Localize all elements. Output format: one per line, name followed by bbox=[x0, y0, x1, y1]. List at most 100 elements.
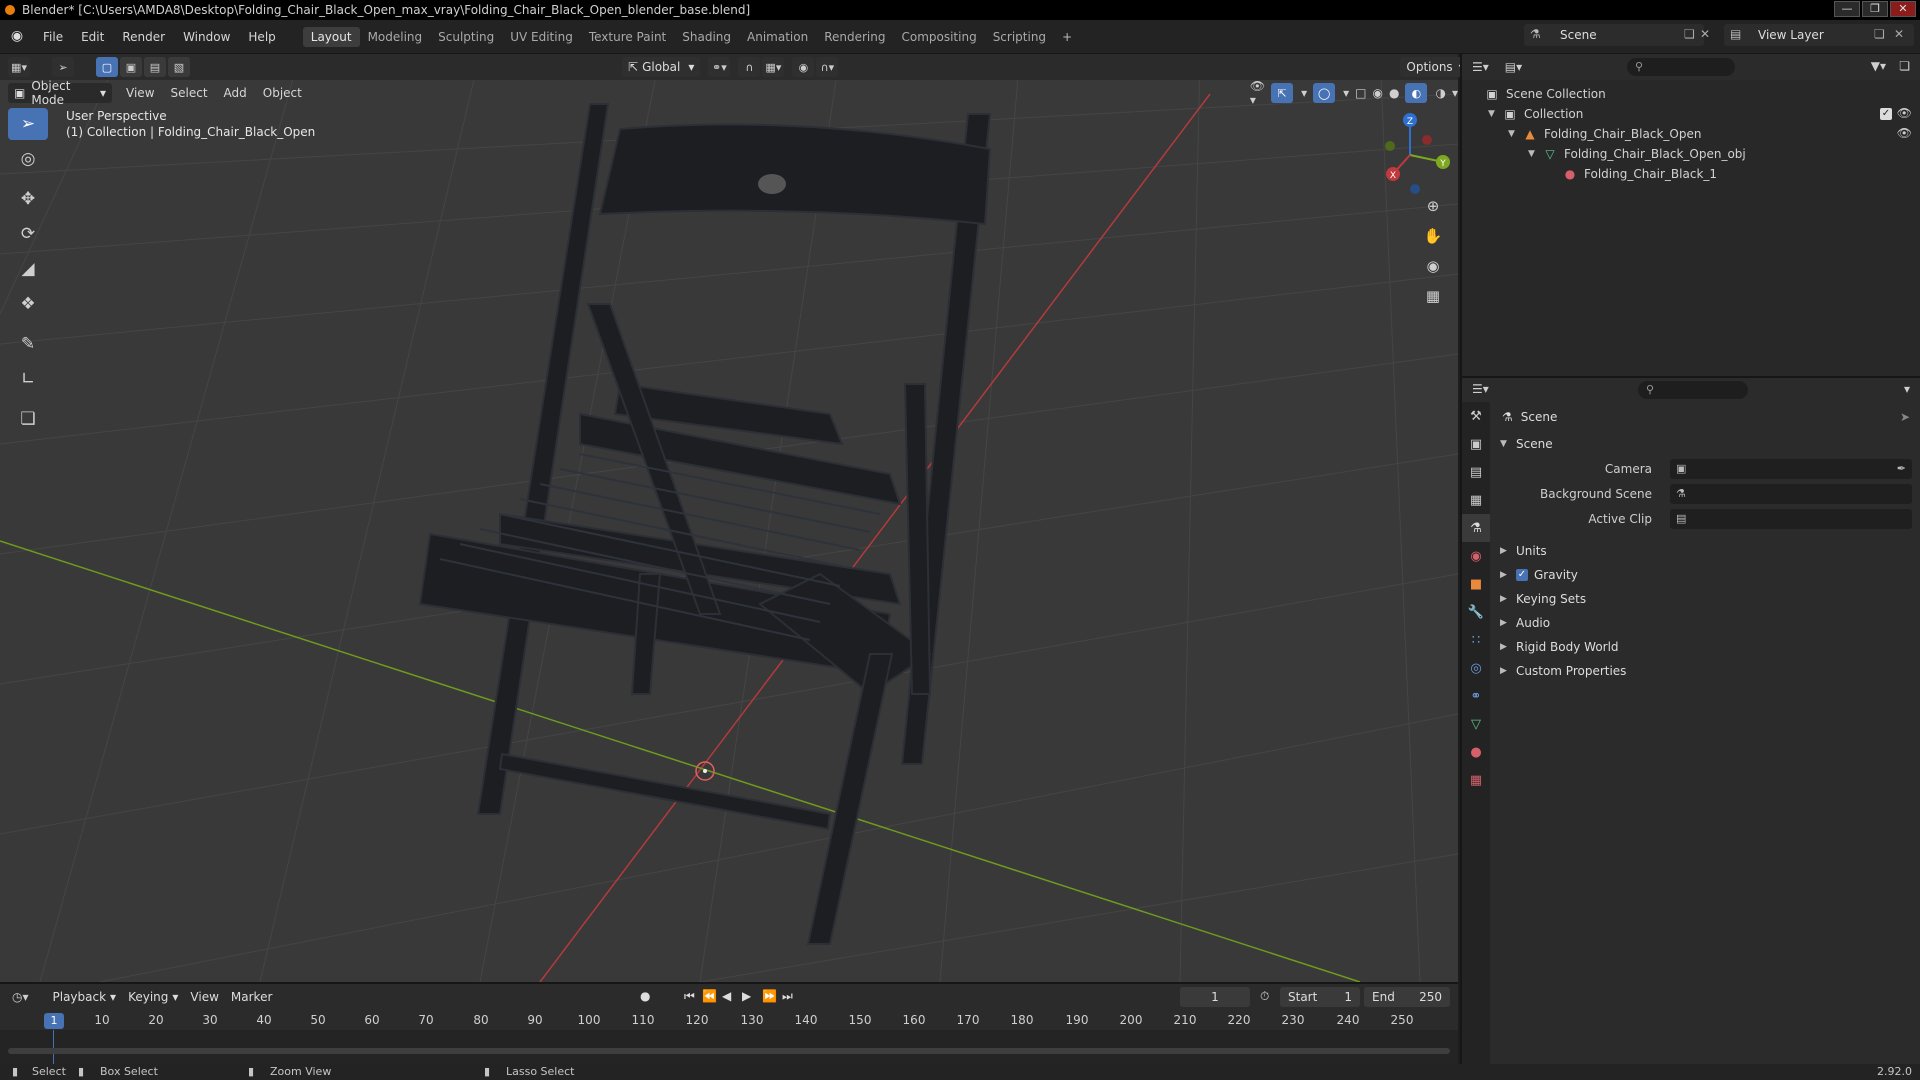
outliner-item-chair-material[interactable]: ● Folding_Chair_Black_1 bbox=[1462, 164, 1920, 184]
eye-icon[interactable]: 👁 bbox=[1897, 106, 1912, 120]
jump-end-icon[interactable]: ⏭ bbox=[782, 989, 793, 1004]
new-collection-icon[interactable]: ❏ bbox=[1899, 59, 1910, 73]
tool-tab-icon[interactable]: ⚒ bbox=[1462, 402, 1490, 430]
camera-input[interactable]: ▣ ✒ bbox=[1670, 458, 1912, 479]
tab-texture-paint[interactable]: Texture Paint bbox=[581, 27, 674, 47]
editor-type-icon[interactable]: ▦▾ bbox=[8, 57, 30, 77]
gizmo-toggle-icon[interactable]: ⇱ bbox=[1271, 83, 1294, 103]
shading-dropdown-icon[interactable]: ▾ bbox=[1452, 86, 1458, 100]
jump-keyframe-back-icon[interactable]: ⏪ bbox=[702, 989, 717, 1003]
rotate-tool-icon[interactable]: ⟳ bbox=[8, 218, 48, 250]
render-tab-icon[interactable]: ▣ bbox=[1462, 430, 1490, 458]
outliner-search-input[interactable]: ⚲ bbox=[1627, 58, 1735, 76]
background-scene-input[interactable]: ⚗ bbox=[1670, 483, 1912, 504]
constraints-tab-icon[interactable]: ⚭ bbox=[1462, 682, 1490, 710]
tab-layout[interactable]: Layout bbox=[302, 26, 360, 47]
viewport-menu-view[interactable]: View bbox=[118, 86, 162, 100]
timeline-editor-type-icon[interactable]: ◷▾ bbox=[12, 990, 29, 1004]
chevron-down-icon[interactable]: ▾ bbox=[1904, 382, 1910, 396]
viewport-menu-object[interactable]: Object bbox=[255, 86, 310, 100]
properties-editor-type-icon[interactable]: ☰▾ bbox=[1472, 382, 1489, 396]
filter-icon[interactable]: ▼▾ bbox=[1871, 59, 1886, 73]
snap-magnet-icon[interactable]: ∩ bbox=[738, 57, 761, 77]
timeline-view-menu[interactable]: View bbox=[184, 987, 224, 1007]
tab-uv-editing[interactable]: UV Editing bbox=[502, 27, 581, 47]
particles-tab-icon[interactable]: ∷ bbox=[1462, 626, 1490, 654]
expand-arrow-icon[interactable]: ▼ bbox=[1528, 149, 1538, 159]
menu-window[interactable]: Window bbox=[174, 30, 239, 44]
camera-view-icon[interactable]: ◉ bbox=[1419, 252, 1447, 280]
select-tool-icon[interactable]: ➢ bbox=[52, 57, 74, 77]
scene-selector[interactable]: ⚗ Scene ❏ ✕ bbox=[1524, 24, 1710, 46]
ortho-grid-icon[interactable]: ▦ bbox=[1419, 282, 1447, 310]
maximize-icon[interactable]: ❐ bbox=[1862, 1, 1888, 17]
eye-icon[interactable]: 👁 bbox=[1897, 126, 1912, 140]
end-frame-field[interactable]: End 250 bbox=[1364, 987, 1450, 1007]
shading-wireframe-icon[interactable]: ◉ bbox=[1373, 86, 1383, 100]
tab-animation[interactable]: Animation bbox=[739, 27, 816, 47]
world-tab-icon[interactable]: ◉ bbox=[1462, 542, 1490, 570]
playhead-frame-indicator[interactable]: 1 bbox=[44, 1013, 64, 1029]
scene-panel-header[interactable]: ▼ Scene bbox=[1492, 432, 1920, 456]
units-panel-header[interactable]: ▶ Units bbox=[1492, 539, 1920, 563]
select-box-tool-icon[interactable]: ➢ bbox=[8, 108, 48, 140]
tab-modeling[interactable]: Modeling bbox=[360, 27, 431, 47]
material-tab-icon[interactable]: ● bbox=[1462, 738, 1490, 766]
active-clip-input[interactable]: ▤ bbox=[1670, 508, 1912, 529]
menu-file[interactable]: File bbox=[34, 30, 72, 44]
texture-tab-icon[interactable]: ▦ bbox=[1462, 766, 1490, 794]
close-icon[interactable]: ✕ bbox=[1890, 1, 1916, 17]
current-frame-field[interactable]: 1 bbox=[1180, 987, 1250, 1007]
rigid-body-world-panel-header[interactable]: ▶ Rigid Body World bbox=[1492, 635, 1920, 659]
add-cube-tool-icon[interactable]: ❏ bbox=[8, 403, 48, 435]
menu-render[interactable]: Render bbox=[113, 30, 174, 44]
visibility-icon[interactable]: 👁▾ bbox=[1250, 79, 1265, 107]
view-layer-selector[interactable]: ▤ View Layer ❏ ✕ bbox=[1724, 24, 1914, 46]
navigation-gizmo[interactable]: Z Y X bbox=[1365, 110, 1455, 200]
blender-menu-icon[interactable]: ◉ bbox=[8, 28, 26, 46]
mode-new-selection-icon[interactable]: ▢ bbox=[96, 57, 118, 77]
overlay-toggle-icon[interactable]: ◯ bbox=[1313, 83, 1336, 103]
proportional-edit-icon[interactable]: ◉ bbox=[792, 57, 815, 77]
jump-keyframe-forward-icon[interactable]: ⏩ bbox=[762, 989, 777, 1003]
physics-tab-icon[interactable]: ◎ bbox=[1462, 654, 1490, 682]
play-icon[interactable]: ▶ bbox=[742, 989, 751, 1003]
timeline-scrollbar[interactable] bbox=[8, 1048, 1450, 1054]
custom-properties-panel-header[interactable]: ▶ Custom Properties bbox=[1492, 659, 1920, 683]
auto-keying-icon[interactable]: ● bbox=[640, 989, 650, 1003]
stopwatch-icon[interactable]: ⏱ bbox=[1260, 989, 1269, 1004]
shading-solid-icon[interactable]: ● bbox=[1389, 86, 1399, 100]
snap-target-icon[interactable]: ▦▾ bbox=[762, 57, 785, 77]
shading-rendered-icon[interactable]: ◑ bbox=[1435, 86, 1445, 100]
object-mode-dropdown[interactable]: ▣ Object Mode ▾ bbox=[8, 79, 113, 107]
outliner-item-collection[interactable]: ▼ ▣ Collection ✓ 👁 bbox=[1462, 104, 1920, 124]
expand-arrow-icon[interactable]: ▼ bbox=[1508, 129, 1518, 139]
keying-sets-panel-header[interactable]: ▶ Keying Sets bbox=[1492, 587, 1920, 611]
cursor-tool-icon[interactable]: ◎ bbox=[8, 143, 48, 175]
outliner-item-chair-mesh[interactable]: ▼ ▽ Folding_Chair_Black_Open_obj bbox=[1462, 144, 1920, 164]
pan-hand-icon[interactable]: ✋ bbox=[1419, 222, 1447, 250]
tab-scripting[interactable]: Scripting bbox=[985, 27, 1054, 47]
shading-material-icon[interactable]: ◐ bbox=[1405, 83, 1428, 103]
keying-menu[interactable]: Keying ▾ bbox=[122, 987, 184, 1007]
menu-help[interactable]: Help bbox=[239, 30, 284, 44]
zoom-icon[interactable]: ⊕ bbox=[1419, 192, 1447, 220]
playback-menu[interactable]: Playback ▾ bbox=[47, 987, 123, 1007]
move-tool-icon[interactable]: ✥ bbox=[8, 183, 48, 215]
mode-subtract-selection-icon[interactable]: ▤ bbox=[144, 57, 166, 77]
jump-start-icon[interactable]: ⏮ bbox=[684, 989, 695, 1004]
xray-toggle-icon[interactable]: □ bbox=[1355, 86, 1366, 100]
gravity-panel-header[interactable]: ▶ ✓ Gravity bbox=[1492, 563, 1920, 587]
menu-edit[interactable]: Edit bbox=[72, 30, 113, 44]
start-frame-field[interactable]: Start 1 bbox=[1280, 987, 1360, 1007]
transform-orientation-dropdown[interactable]: ⇱ Global ▾ bbox=[622, 57, 701, 77]
properties-search-input[interactable]: ⚲ bbox=[1638, 381, 1748, 399]
audio-panel-header[interactable]: ▶ Audio bbox=[1492, 611, 1920, 635]
outliner-item-scene-collection[interactable]: ▣ Scene Collection bbox=[1462, 84, 1920, 104]
tab-sculpting[interactable]: Sculpting bbox=[430, 27, 502, 47]
expand-arrow-icon[interactable]: ▼ bbox=[1488, 109, 1498, 119]
measure-tool-icon[interactable]: ∟ bbox=[8, 363, 48, 395]
timeline-ruler[interactable]: 10 20 30 40 50 60 70 80 90 100 110 120 1… bbox=[0, 1010, 1458, 1030]
scale-tool-icon[interactable]: ◢ bbox=[8, 253, 48, 285]
marker-menu[interactable]: Marker bbox=[225, 987, 278, 1007]
